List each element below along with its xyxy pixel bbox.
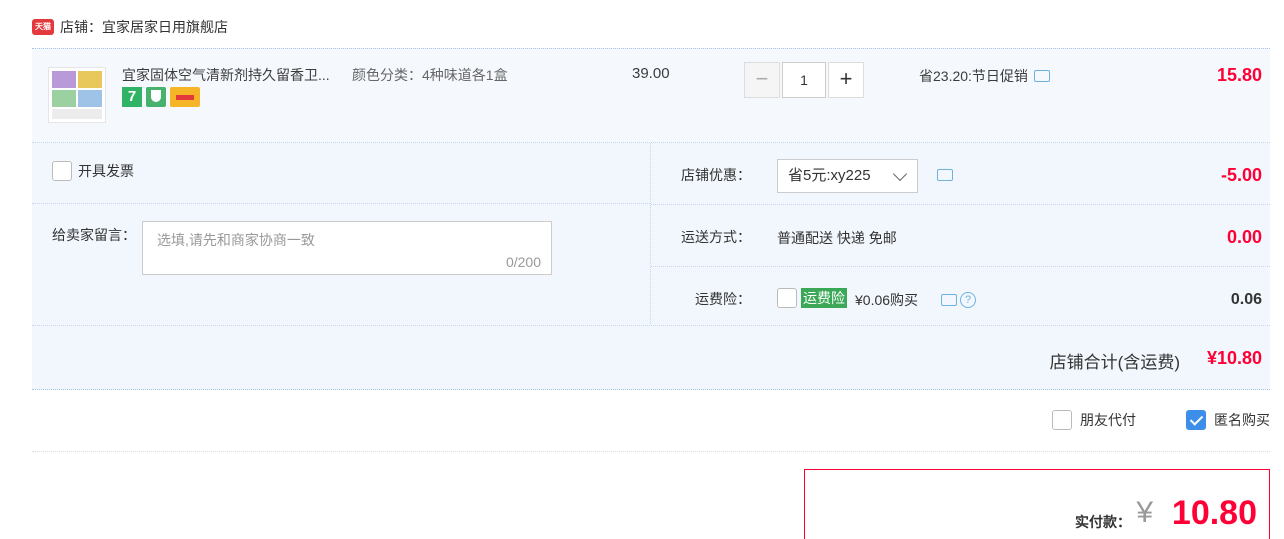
store-coupon-label: 店铺优惠： xyxy=(681,167,751,183)
tmall-logo: 天猫 xyxy=(32,19,54,35)
shipping-label: 运送方式： xyxy=(681,229,751,245)
shipping-method: 普通配送 快递 免邮 xyxy=(777,230,897,246)
insurance-price: ¥0.06购买 xyxy=(855,292,919,308)
guarantee-icon[interactable] xyxy=(146,87,166,107)
qty-plus-button[interactable]: + xyxy=(828,62,864,98)
shop-name[interactable]: 店铺：宜家居家日用旗舰店 xyxy=(60,17,228,37)
insurance-value: 0.06 xyxy=(1230,291,1262,308)
friend-pay-label: 朋友代付 xyxy=(1080,412,1136,428)
qty-input[interactable]: 1 xyxy=(782,62,826,98)
quantity-stepper: − 1 + xyxy=(744,62,864,98)
store-total-row: 店铺合计(含运费) ¥10.80 xyxy=(32,325,1270,391)
store-coupon-row: 店铺优惠： 省5元:xy225 -5.00 xyxy=(651,143,1270,205)
coupon-value: -5.00 xyxy=(1220,165,1262,185)
insurance-label: 运费险： xyxy=(695,291,751,307)
promo-discount: 省23.20:节日促销 xyxy=(919,65,1050,86)
shipping-value: 0.00 xyxy=(1226,227,1262,247)
memo-textarea[interactable]: 选填,请先和商家协商一致 0/200 xyxy=(142,221,552,275)
coupon-selected: 省5元:xy225 xyxy=(788,167,871,184)
chat-icon[interactable] xyxy=(941,289,957,306)
payment-label: 实付款： xyxy=(1075,514,1131,530)
product-thumbnail[interactable] xyxy=(48,67,106,123)
order-block: 宜家固体空气清新剂持久留香卫... 颜色分类：4种味道各1盒 7 39.00 −… xyxy=(32,48,1270,390)
service-badges: 7 xyxy=(122,87,200,107)
coupon-select[interactable]: 省5元:xy225 xyxy=(777,159,918,193)
memo-placeholder: 选填,请先和商家协商一致 xyxy=(157,232,315,248)
seven-day-return-icon[interactable]: 7 xyxy=(122,87,142,107)
insurance-row: 运费险： 运费险 ¥0.06购买 ? 0.06 xyxy=(651,267,1270,325)
chevron-down-icon xyxy=(892,166,908,182)
buyer-options-panel: 开具发票 给卖家留言： 选填,请先和商家协商一致 0/200 xyxy=(32,143,650,324)
store-total-value: ¥10.80 xyxy=(1206,348,1262,368)
payment-summary: 实付款： ¥ 10.80 xyxy=(804,469,1270,539)
currency-symbol: ¥ xyxy=(1136,496,1153,529)
friend-pay-checkbox[interactable] xyxy=(1052,410,1072,430)
checkout-options: 朋友代付 匿名购买 xyxy=(32,390,1270,452)
promo-text: 省23.20:节日促销 xyxy=(919,68,1028,84)
shipping-row: 运送方式： 普通配送 快递 免邮 0.00 xyxy=(651,205,1270,267)
memo-counter: 0/200 xyxy=(505,254,541,270)
payment-amount: 10.80 xyxy=(1171,494,1257,532)
invoice-option[interactable]: 开具发票 xyxy=(52,161,134,181)
invoice-label: 开具发票 xyxy=(78,163,134,179)
anonymous-option[interactable]: 匿名购买 xyxy=(1186,410,1270,430)
chat-icon[interactable] xyxy=(937,164,953,181)
anonymous-label: 匿名购买 xyxy=(1214,412,1270,428)
store-total-label: 店铺合计(含运费) xyxy=(1049,353,1180,372)
credit-card-icon[interactable] xyxy=(170,87,200,107)
insurance-checkbox[interactable] xyxy=(777,288,797,308)
unit-price: 39.00 xyxy=(632,65,670,82)
insurance-icons: ? xyxy=(941,289,976,308)
chat-icon[interactable] xyxy=(1033,65,1050,82)
friend-pay-option[interactable]: 朋友代付 xyxy=(1052,410,1136,430)
shop-header: 天猫 店铺：宜家居家日用旗舰店 xyxy=(32,14,228,40)
product-title[interactable]: 宜家固体空气清新剂持久留香卫... xyxy=(122,65,330,85)
anonymous-checkbox[interactable] xyxy=(1186,410,1206,430)
item-row: 宜家固体空气清新剂持久留香卫... 颜色分类：4种味道各1盒 7 39.00 −… xyxy=(32,49,1270,143)
invoice-checkbox[interactable] xyxy=(52,161,72,181)
help-icon[interactable]: ? xyxy=(960,292,976,308)
divider xyxy=(32,203,650,204)
qty-minus-button[interactable]: − xyxy=(744,62,780,98)
memo-label: 给卖家留言： xyxy=(52,227,136,243)
product-sku: 颜色分类：4种味道各1盒 xyxy=(352,67,508,83)
item-subtotal: 15.80 xyxy=(1216,65,1262,85)
insurance-tag: 运费险 xyxy=(801,288,847,308)
